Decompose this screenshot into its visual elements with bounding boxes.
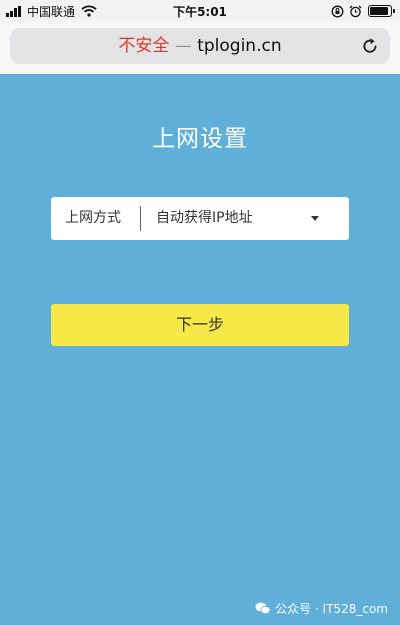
status-right (326, 3, 395, 19)
wechat-logo-icon (255, 602, 271, 614)
alarm-icon (349, 5, 362, 17)
caret-down-icon[interactable] (311, 216, 319, 221)
connection-type-select[interactable]: 上网方式 自动获得IP地址 (51, 197, 349, 240)
field-divider (140, 206, 141, 231)
browser-toolbar: 不安全 — tplogin.cn (0, 22, 400, 74)
watermark: 公众号 · IT528_com (255, 600, 388, 616)
connection-type-value[interactable]: 自动获得IP地址 (156, 197, 253, 240)
address-text[interactable]: 不安全 — tplogin.cn (10, 28, 390, 64)
next-button[interactable]: 下一步 (51, 304, 349, 346)
connection-type-label: 上网方式 (65, 210, 121, 226)
insecure-label: 不安全 (118, 36, 170, 56)
url-host: tplogin.cn (197, 36, 282, 56)
orientation-lock-icon (331, 5, 344, 17)
battery-icon (368, 5, 395, 17)
watermark-text: 公众号 · IT528_com (275, 601, 388, 616)
url-separator: — (169, 36, 198, 56)
reload-icon[interactable] (360, 36, 380, 56)
status-bar: 中国联通 下午5:01 (0, 0, 400, 22)
address-bar[interactable]: 不安全 — tplogin.cn (10, 28, 390, 64)
page-title: 上网设置 (152, 126, 248, 152)
